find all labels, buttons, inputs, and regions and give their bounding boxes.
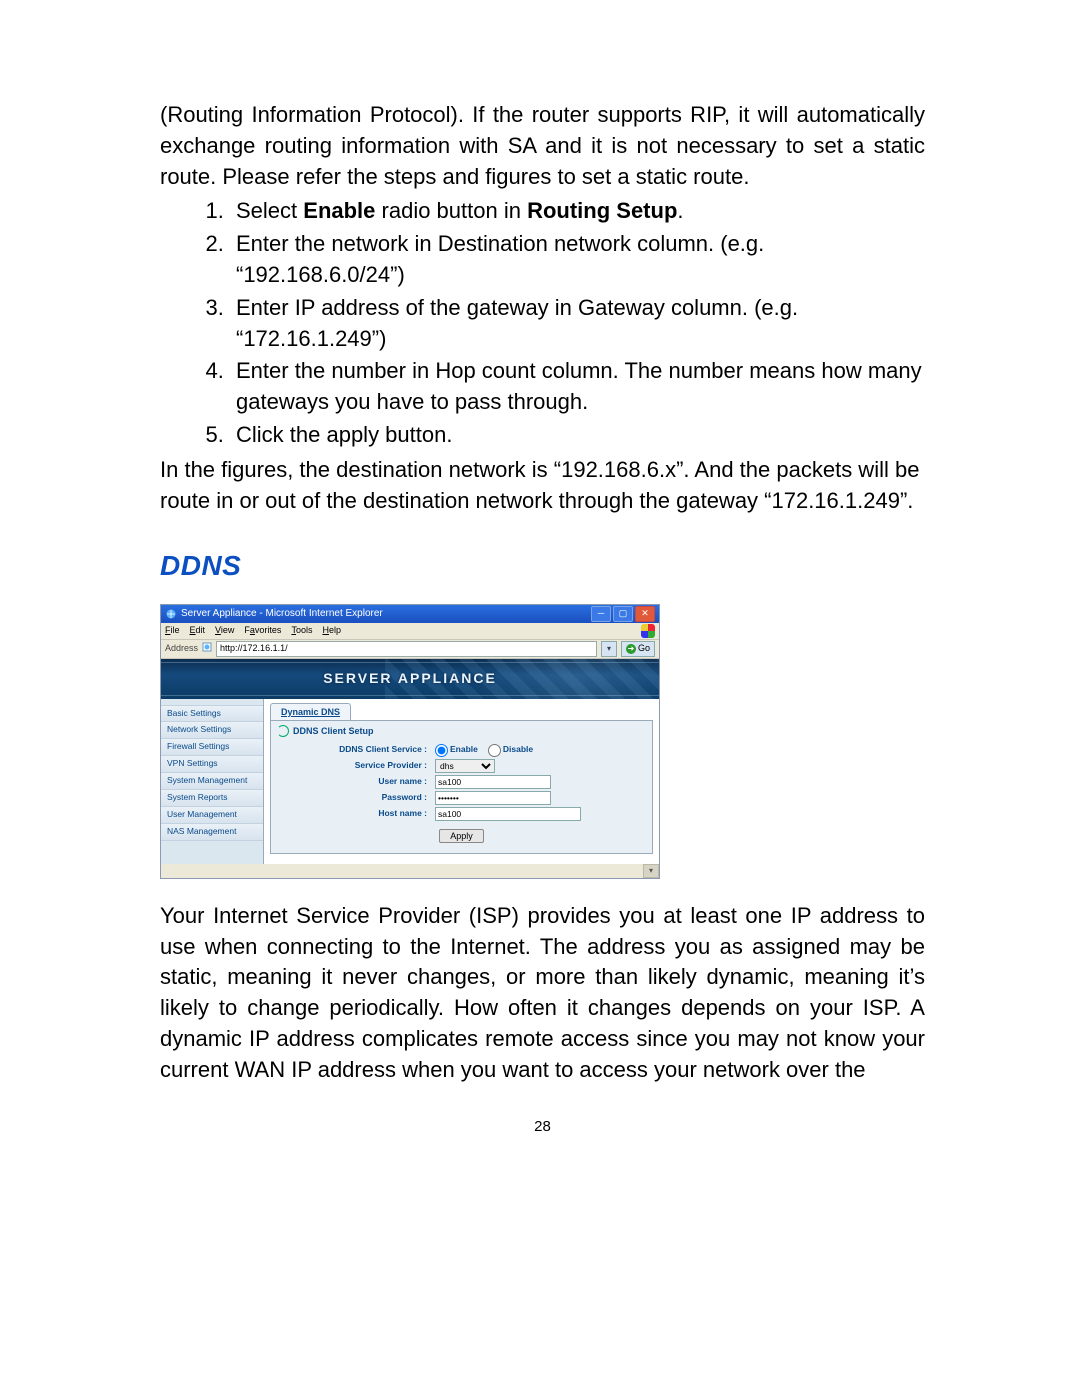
windows-logo-icon [641, 624, 655, 638]
row-username: User name : [277, 775, 646, 789]
page-icon [202, 642, 212, 656]
step-4: Enter the number in Hop count column. Th… [230, 356, 925, 418]
step-3: Enter IP address of the gateway in Gatew… [230, 293, 925, 355]
titlebar: Server Appliance - Microsoft Internet Ex… [161, 605, 659, 623]
sidebar-item-basic-settings[interactable]: Basic Settings [161, 705, 263, 723]
input-username[interactable] [435, 775, 551, 789]
address-input[interactable]: http://172.16.1.1/ [216, 641, 597, 657]
menu-help[interactable]: Help [322, 624, 341, 637]
statusbar: ▾ [161, 864, 659, 878]
sidebar-item-system-reports[interactable]: System Reports [161, 789, 263, 807]
row-password: Password : [277, 791, 646, 805]
label-provider: Service Provider : [277, 760, 431, 772]
label-hostname: Host name : [277, 808, 431, 820]
menu-favorites[interactable]: Favorites [244, 624, 281, 637]
screenshot-window: Server Appliance - Microsoft Internet Ex… [160, 604, 660, 879]
radio-disable-input[interactable] [488, 744, 501, 757]
step-5: Click the apply button. [230, 420, 925, 451]
label-password: Password : [277, 792, 431, 804]
apply-button[interactable]: Apply [439, 829, 484, 843]
app-icon [165, 608, 177, 620]
refresh-icon [277, 725, 289, 737]
page-number: 28 [160, 1116, 925, 1137]
go-arrow-icon: ➜ [626, 644, 636, 654]
intro-paragraph: (Routing Information Protocol). If the r… [160, 100, 925, 192]
radio-disable[interactable]: Disable [488, 744, 533, 757]
address-bar: Address http://172.16.1.1/ ▾ ➜ Go [161, 640, 659, 659]
select-provider[interactable]: dhs [435, 759, 495, 773]
sidebar-item-user-management[interactable]: User Management [161, 806, 263, 824]
menubar: File Edit View Favorites Tools Help [161, 623, 659, 640]
menu-tools[interactable]: Tools [291, 624, 312, 637]
steps-list: Select Enable radio button in Routing Se… [160, 196, 925, 450]
minimize-button[interactable]: ─ [591, 606, 611, 622]
ddns-paragraph: Your Internet Service Provider (ISP) pro… [160, 901, 925, 1086]
menu-file[interactable]: File [165, 624, 180, 637]
close-button[interactable]: ✕ [635, 606, 655, 622]
sidebar-item-system-management[interactable]: System Management [161, 772, 263, 790]
row-hostname: Host name : [277, 807, 646, 821]
banner: SERVER APPLIANCE [161, 659, 659, 699]
sidebar-item-firewall-settings[interactable]: Firewall Settings [161, 738, 263, 756]
step-2: Enter the network in Destination network… [230, 229, 925, 291]
radio-enable-input[interactable] [435, 744, 448, 757]
sidebar-item-network-settings[interactable]: Network Settings [161, 721, 263, 739]
panel-title: DDNS Client Setup [277, 725, 646, 738]
sidebar-item-vpn-settings[interactable]: VPN Settings [161, 755, 263, 773]
row-provider: Service Provider : dhs [277, 759, 646, 773]
sidebar: Basic Settings Network Settings Firewall… [161, 699, 264, 864]
menu-edit[interactable]: Edit [190, 624, 206, 637]
radio-enable[interactable]: Enable [435, 744, 478, 757]
window-title: Server Appliance - Microsoft Internet Ex… [181, 607, 589, 621]
main-panel: Dynamic DNS DDNS Client Setup DDNS Clien… [264, 699, 659, 864]
input-password[interactable] [435, 791, 551, 805]
banner-text: SERVER APPLIANCE [323, 669, 497, 689]
go-button[interactable]: ➜ Go [621, 641, 655, 657]
menu-view[interactable]: View [215, 624, 234, 637]
label-username: User name : [277, 776, 431, 788]
tab-dynamic-dns[interactable]: Dynamic DNS [270, 703, 351, 721]
address-label: Address [165, 642, 198, 655]
section-title: DDNS [160, 546, 925, 585]
label-ddns-service: DDNS Client Service : [277, 744, 431, 756]
sidebar-item-nas-management[interactable]: NAS Management [161, 823, 263, 841]
maximize-button[interactable]: ▢ [613, 606, 633, 622]
address-dropdown-button[interactable]: ▾ [601, 641, 617, 657]
step-1: Select Enable radio button in Routing Se… [230, 196, 925, 227]
row-ddns-service: DDNS Client Service : Enable Disable [277, 744, 646, 757]
scroll-down-button[interactable]: ▾ [643, 864, 659, 878]
input-hostname[interactable] [435, 807, 581, 821]
ddns-panel: DDNS Client Setup DDNS Client Service : … [270, 720, 653, 854]
after-paragraph: In the figures, the destination network … [160, 455, 925, 517]
